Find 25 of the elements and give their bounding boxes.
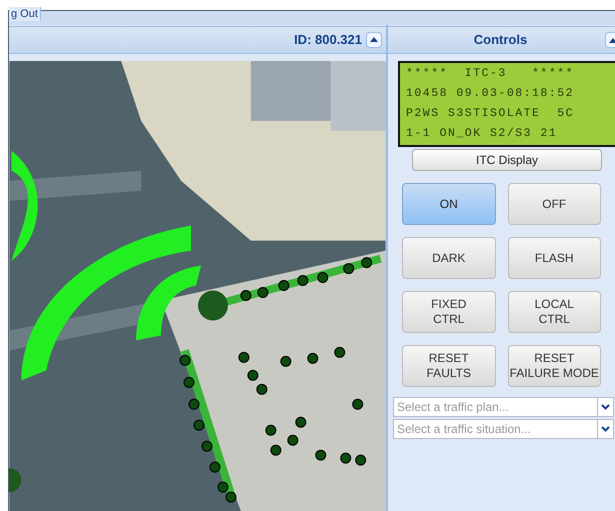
chevron-down-icon [601,404,610,410]
lcd-text: 1-1 ON_OK S2/S3 21 [406,127,558,141]
collapse-up-icon [609,38,615,42]
itc-display-button[interactable]: ITC Display [412,149,602,171]
control-button[interactable]: RESET FAULTS [402,345,496,387]
lcd-text: P2WS S3STISOLATE 5C [406,107,576,121]
panel-title: Controls [472,31,528,50]
dropdown-field[interactable]: Select a traffic situation... [393,419,598,439]
chevron-down-icon [601,426,610,432]
dropdown-button[interactable] [598,419,614,439]
control-button[interactable]: ON [402,183,496,225]
lcd-text: 10458 09.03-08:18:52 [406,87,576,101]
dropdown-button[interactable] [598,397,614,417]
control-button[interactable]: DARK [402,237,496,279]
tab[interactable]: g Out [9,7,41,21]
collapse-button[interactable] [366,32,382,48]
control-button[interactable]: OFF [508,183,601,225]
dropdown-field[interactable]: Select a traffic plan... [393,397,598,417]
control-button[interactable]: LOCAL CTRL [508,291,601,333]
lcd-text: ***** ITC-3 ***** [406,67,576,81]
collapse-up-icon [370,37,378,42]
control-button[interactable]: FLASH [508,237,601,279]
panel-title: ID: 800.321 [294,31,362,50]
control-button[interactable]: RESET FAILURE MODE [508,345,601,387]
control-button[interactable]: FIXED CTRL [402,291,496,333]
